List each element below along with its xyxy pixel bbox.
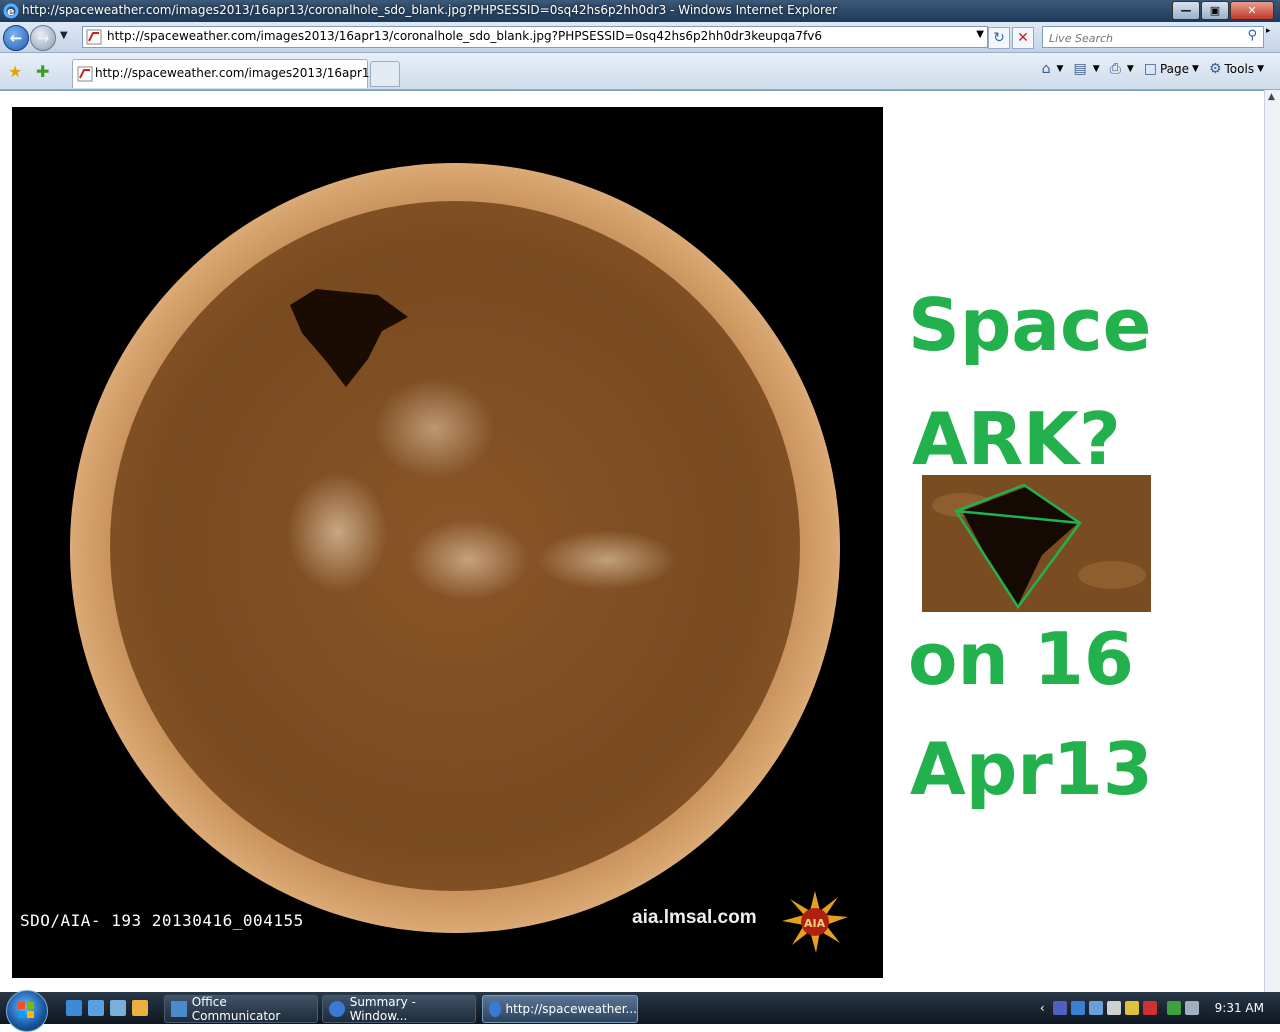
chevron-left-icon[interactable]: ‹ <box>1040 1001 1045 1015</box>
quicklaunch-ie-icon[interactable] <box>66 1000 82 1016</box>
caption-line-2: ARK? <box>912 397 1121 481</box>
feeds-button[interactable]: ▤ ▼ <box>1073 61 1099 77</box>
command-bar: ⌂ ▼ ▤ ▼ ⎙ ▼ □ Page ▼ ⚙ Tools ▼ <box>1032 61 1264 77</box>
caption-line-3: on 16 <box>908 617 1134 701</box>
taskbar-button-summary[interactable]: Summary - Window... <box>322 995 476 1023</box>
search-icon[interactable]: ⚲ <box>1247 28 1257 43</box>
taskbar-button-label: http://spaceweather... <box>505 1002 637 1016</box>
refresh-button[interactable]: ↻ <box>988 27 1010 49</box>
chevron-down-icon[interactable]: ▼ <box>1093 64 1100 74</box>
tray-icon-shield[interactable] <box>1124 1001 1139 1015</box>
taskbar: Office Communicator Summary - Window... … <box>0 990 1280 1032</box>
gear-icon: ⚙ <box>1208 61 1222 77</box>
minimize-button[interactable]: — <box>1172 1 1200 20</box>
favorites-star-icon[interactable]: ★ <box>8 62 22 81</box>
quicklaunch-switch-windows-icon[interactable] <box>110 1000 126 1016</box>
system-tray: ‹ 9:31 AM <box>1040 992 1280 1024</box>
tab-label: http://spaceweather.com/images2013/16apr… <box>95 66 400 80</box>
tray-icon-display[interactable] <box>1088 1001 1103 1015</box>
page-icon: □ <box>1143 61 1157 77</box>
ie-icon <box>329 1001 345 1017</box>
add-favorites-icon[interactable]: ✚ <box>36 62 49 81</box>
volume-icon[interactable] <box>1184 1001 1199 1015</box>
page-menu[interactable]: □ Page ▼ <box>1144 61 1199 77</box>
scroll-up-icon[interactable]: ▲ <box>1268 92 1275 102</box>
tray-icon-network[interactable] <box>1052 1001 1067 1015</box>
print-button[interactable]: ⎙ ▼ <box>1110 61 1134 77</box>
window-title: http://spaceweather.com/images2013/16apr… <box>22 3 838 17</box>
tray-icon-bluetooth[interactable] <box>1070 1001 1085 1015</box>
navigation-bar: ← → ▼ http://spaceweather.com/images2013… <box>0 22 1280 53</box>
chevron-down-icon: ▼ <box>1257 64 1264 74</box>
stop-button[interactable]: ✕ <box>1012 27 1034 49</box>
coronal-hole <box>290 289 408 387</box>
sdo-label: SDO/AIA- 193 20130416_004155 <box>20 911 304 930</box>
aia-logo: AIA <box>782 891 848 953</box>
aia-logo-text: AIA <box>804 917 826 930</box>
title-bar: e http://spaceweather.com/images2013/16a… <box>0 0 1280 22</box>
system-clock[interactable]: 9:31 AM <box>1215 1001 1264 1015</box>
tray-icon-sync[interactable] <box>1106 1001 1121 1015</box>
search-box[interactable]: ⚲ <box>1042 26 1264 48</box>
sun-disk <box>110 201 800 891</box>
search-input[interactable] <box>1047 29 1231 47</box>
chevron-right-icon[interactable]: ▸ <box>1266 26 1278 48</box>
caption-line-4: Apr13 <box>910 727 1153 811</box>
address-url[interactable]: http://spaceweather.com/images2013/16apr… <box>107 29 822 43</box>
recent-pages-dropdown[interactable]: ▼ <box>60 30 68 41</box>
communicator-icon <box>171 1001 187 1017</box>
tools-menu[interactable]: ⚙ Tools ▼ <box>1209 61 1264 77</box>
taskbar-button-label: Office Communicator <box>191 995 281 1023</box>
printer-icon: ⎙ <box>1109 61 1121 77</box>
arrow-left-icon: ← <box>9 29 23 47</box>
taskbar-button-spaceweather[interactable]: http://spaceweather... <box>482 995 638 1023</box>
address-bar[interactable]: http://spaceweather.com/images2013/16apr… <box>82 26 988 48</box>
coronal-hole-inset <box>922 475 1151 612</box>
forward-button[interactable]: → <box>30 25 56 51</box>
page-icon <box>86 29 102 45</box>
refresh-icon: ↻ <box>993 30 1005 46</box>
start-button[interactable] <box>6 990 48 1032</box>
maximize-button[interactable]: ▣ <box>1201 1 1229 20</box>
taskbar-button-office-communicator[interactable]: Office Communicator <box>164 995 318 1023</box>
ie-icon: e <box>3 3 19 19</box>
ie-icon <box>489 1001 501 1017</box>
quicklaunch-outlook-icon[interactable] <box>132 1000 148 1016</box>
home-icon: ⌂ <box>1041 61 1051 77</box>
address-dropdown-icon[interactable]: ▼ <box>976 29 984 40</box>
window-controls: — ▣ ✕ <box>1171 1 1274 20</box>
solar-image: SDO/AIA- 193 20130416_004155 aia.lmsal.c… <box>12 107 883 978</box>
page-menu-label: Page <box>1159 62 1190 76</box>
page-content: SDO/AIA- 193 20130416_004155 aia.lmsal.c… <box>0 90 1280 993</box>
arrow-right-icon: → <box>36 29 50 47</box>
chevron-down-icon: ▼ <box>1192 64 1199 74</box>
tab-bar: ★ ✚ http://spaceweather.com/images2013/1… <box>0 53 1280 90</box>
svg-text:e: e <box>7 5 14 18</box>
home-button[interactable]: ⌂ ▼ <box>1042 61 1064 77</box>
close-button[interactable]: ✕ <box>1230 1 1274 20</box>
new-tab-button[interactable] <box>370 61 400 87</box>
aia-website-label: aia.lmsal.com <box>632 907 757 928</box>
back-button[interactable]: ← <box>3 25 29 51</box>
quicklaunch-desktop-icon[interactable] <box>88 1000 104 1016</box>
rss-icon: ▤ <box>1073 61 1087 77</box>
vertical-scrollbar[interactable]: ▲ <box>1264 90 1280 992</box>
tray-icon-security[interactable] <box>1142 1001 1157 1015</box>
windows-logo-icon <box>18 1002 34 1018</box>
chevron-down-icon[interactable]: ▼ <box>1127 64 1134 74</box>
browser-tab[interactable]: http://spaceweather.com/images2013/16apr… <box>72 59 399 88</box>
inset-image <box>922 475 1151 612</box>
tools-menu-label: Tools <box>1224 62 1255 76</box>
tray-icon-network-status[interactable] <box>1166 1001 1181 1015</box>
page-icon <box>77 66 93 82</box>
caption-line-1: Space <box>908 283 1152 367</box>
close-icon: ✕ <box>1017 30 1029 46</box>
chevron-down-icon[interactable]: ▼ <box>1057 64 1064 74</box>
taskbar-button-label: Summary - Window... <box>349 995 416 1023</box>
